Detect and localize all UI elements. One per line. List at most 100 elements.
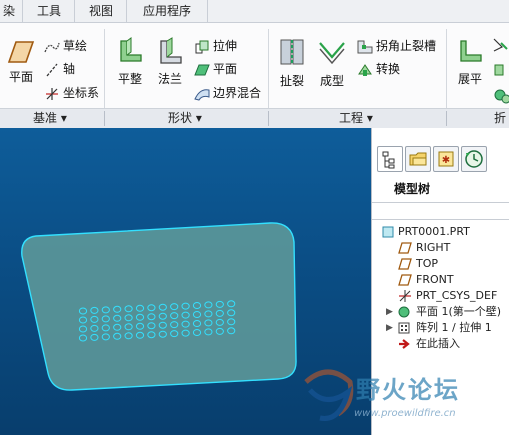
extrude-icon bbox=[195, 40, 209, 53]
boundary-blend-label: 边界混合 bbox=[213, 86, 262, 100]
sketch-icon bbox=[44, 42, 60, 52]
datum-plane-button[interactable]: 平面 bbox=[3, 39, 39, 85]
datum-plane-icon bbox=[398, 242, 412, 254]
expand-arrow-icon[interactable]: ▶ bbox=[386, 323, 393, 333]
extrude-button[interactable]: 拉伸 bbox=[194, 35, 237, 57]
flat-button[interactable]: 平整 bbox=[112, 37, 148, 87]
tree-item-top[interactable]: TOP bbox=[398, 256, 438, 272]
form-button[interactable]: 成型 bbox=[314, 37, 350, 89]
form-label: 成型 bbox=[319, 74, 344, 88]
form-icon bbox=[319, 42, 345, 65]
axis-button[interactable]: 轴 bbox=[44, 58, 75, 80]
flat-label: 平整 bbox=[117, 72, 142, 86]
bend-group-label[interactable]: 折 bbox=[494, 109, 506, 128]
flange-label: 法兰 bbox=[157, 72, 182, 86]
datum-plane-label: 平面 bbox=[8, 70, 33, 84]
ribbon-separator bbox=[104, 29, 105, 117]
watermark-logo-icon bbox=[304, 369, 354, 421]
expand-arrow-icon[interactable]: ▶ bbox=[386, 307, 393, 317]
engineering-group-text: 工程 bbox=[339, 111, 364, 125]
flange-button[interactable]: 法兰 bbox=[152, 37, 188, 87]
convert-button[interactable]: 转换 bbox=[357, 58, 400, 80]
tree-item-label: 阵列 1 / 拉伸 1 bbox=[416, 321, 492, 334]
unbend-button[interactable]: 展平 bbox=[452, 37, 488, 87]
sketch-label: 草绘 bbox=[63, 39, 88, 53]
tree-item-label: 在此插入 bbox=[416, 337, 460, 350]
bend-small-icons[interactable] bbox=[492, 37, 509, 112]
flat-wall-icon bbox=[398, 306, 410, 318]
axis-label: 轴 bbox=[63, 62, 76, 76]
tree-item-csys[interactable]: PRT_CSYS_DEF bbox=[398, 288, 497, 304]
tab-folder-browser[interactable] bbox=[405, 146, 431, 172]
extrude-label: 拉伸 bbox=[213, 39, 238, 53]
datum-group-text: 基准 bbox=[33, 111, 58, 125]
corner-relief-icon bbox=[357, 40, 373, 53]
planar-button[interactable]: 平面 bbox=[194, 58, 237, 80]
tree-item-right[interactable]: RIGHT bbox=[398, 240, 450, 256]
boundary-blend-icon bbox=[194, 88, 210, 101]
engineering-group-label[interactable]: 工程 ▾ bbox=[339, 109, 373, 128]
tree-item-label: FRONT bbox=[416, 273, 454, 286]
part-icon bbox=[382, 226, 394, 238]
flat-wall-icon bbox=[120, 37, 142, 62]
csys-icon bbox=[399, 290, 411, 302]
planar-label: 平面 bbox=[213, 62, 238, 76]
corner-relief-label: 拐角止裂槽 bbox=[376, 39, 437, 53]
favorites-icon: ✱ bbox=[438, 151, 454, 167]
model-tree-title: 模型树 bbox=[394, 182, 431, 196]
shapes-group-text: 形状 bbox=[168, 111, 193, 125]
svg-text:✱: ✱ bbox=[442, 155, 450, 166]
tree-item-part[interactable]: PRT0001.PRT bbox=[382, 224, 470, 240]
tree-item-label: TOP bbox=[416, 257, 439, 270]
tree-item-label: RIGHT bbox=[416, 241, 451, 254]
boundary-blend-button[interactable]: 边界混合 bbox=[194, 82, 261, 104]
menu-tab-view[interactable]: 视图 bbox=[74, 0, 127, 22]
axis-icon bbox=[46, 63, 58, 76]
history-icon bbox=[465, 150, 483, 168]
ribbon-separator bbox=[268, 29, 269, 117]
shapes-group-label[interactable]: 形状 ▾ bbox=[168, 109, 202, 128]
unbend-label: 展平 bbox=[457, 72, 482, 86]
group-separator bbox=[268, 111, 269, 126]
datum-plane-icon bbox=[7, 41, 35, 63]
tree-item-flat-wall[interactable]: 平面 1(第一个壁) bbox=[398, 304, 501, 320]
tab-history[interactable] bbox=[461, 146, 487, 172]
group-separator bbox=[104, 111, 105, 126]
watermark-url: www.proewildfire.cn bbox=[354, 408, 456, 419]
tree-item-label: 平面 1(第一个壁) bbox=[416, 305, 502, 318]
unbend-icon bbox=[460, 40, 482, 62]
csys-label: 坐标系 bbox=[63, 86, 100, 100]
tree-item-insert-here[interactable]: 在此插入 bbox=[398, 336, 460, 352]
tab-favorites[interactable]: ✱ bbox=[433, 146, 459, 172]
watermark-title: 野火论坛 bbox=[356, 376, 460, 404]
menu-bar: 染 工具 视图 应用程序 bbox=[0, 0, 509, 23]
flange-icon bbox=[160, 37, 182, 64]
model-tree-icon bbox=[382, 151, 395, 169]
datum-plane-icon bbox=[398, 274, 412, 286]
sketch-button[interactable]: 草绘 bbox=[44, 35, 87, 57]
tab-model-tree[interactable] bbox=[377, 146, 403, 172]
folder-icon bbox=[409, 152, 427, 166]
group-separator bbox=[446, 111, 447, 126]
convert-label: 转换 bbox=[376, 62, 401, 76]
menu-tab-render[interactable]: 染 bbox=[0, 0, 22, 22]
tree-item-label: PRT_CSYS_DEF bbox=[416, 289, 498, 302]
rip-button[interactable]: 扯裂 bbox=[274, 37, 310, 89]
csys-button[interactable]: 坐标系 bbox=[44, 82, 99, 104]
bend-icons bbox=[493, 38, 509, 104]
insert-here-icon bbox=[399, 339, 410, 349]
ribbon-separator bbox=[446, 29, 447, 117]
tree-item-pattern[interactable]: 阵列 1 / 拉伸 1 bbox=[398, 320, 492, 336]
tree-item-label: PRT0001.PRT bbox=[398, 225, 470, 238]
csys-icon bbox=[46, 87, 58, 100]
datum-plane-icon bbox=[398, 258, 412, 270]
panel-divider bbox=[372, 219, 509, 220]
menu-tab-applications[interactable]: 应用程序 bbox=[126, 0, 208, 22]
menu-tab-tools[interactable]: 工具 bbox=[22, 0, 75, 22]
corner-relief-button[interactable]: 拐角止裂槽 bbox=[357, 35, 436, 57]
datum-group-label[interactable]: 基准 ▾ bbox=[33, 109, 67, 128]
tree-item-front[interactable]: FRONT bbox=[398, 272, 454, 288]
pattern-icon bbox=[398, 322, 410, 334]
watermark: 野火论坛 www.proewildfire.cn bbox=[296, 366, 509, 435]
planar-icon bbox=[194, 64, 210, 75]
